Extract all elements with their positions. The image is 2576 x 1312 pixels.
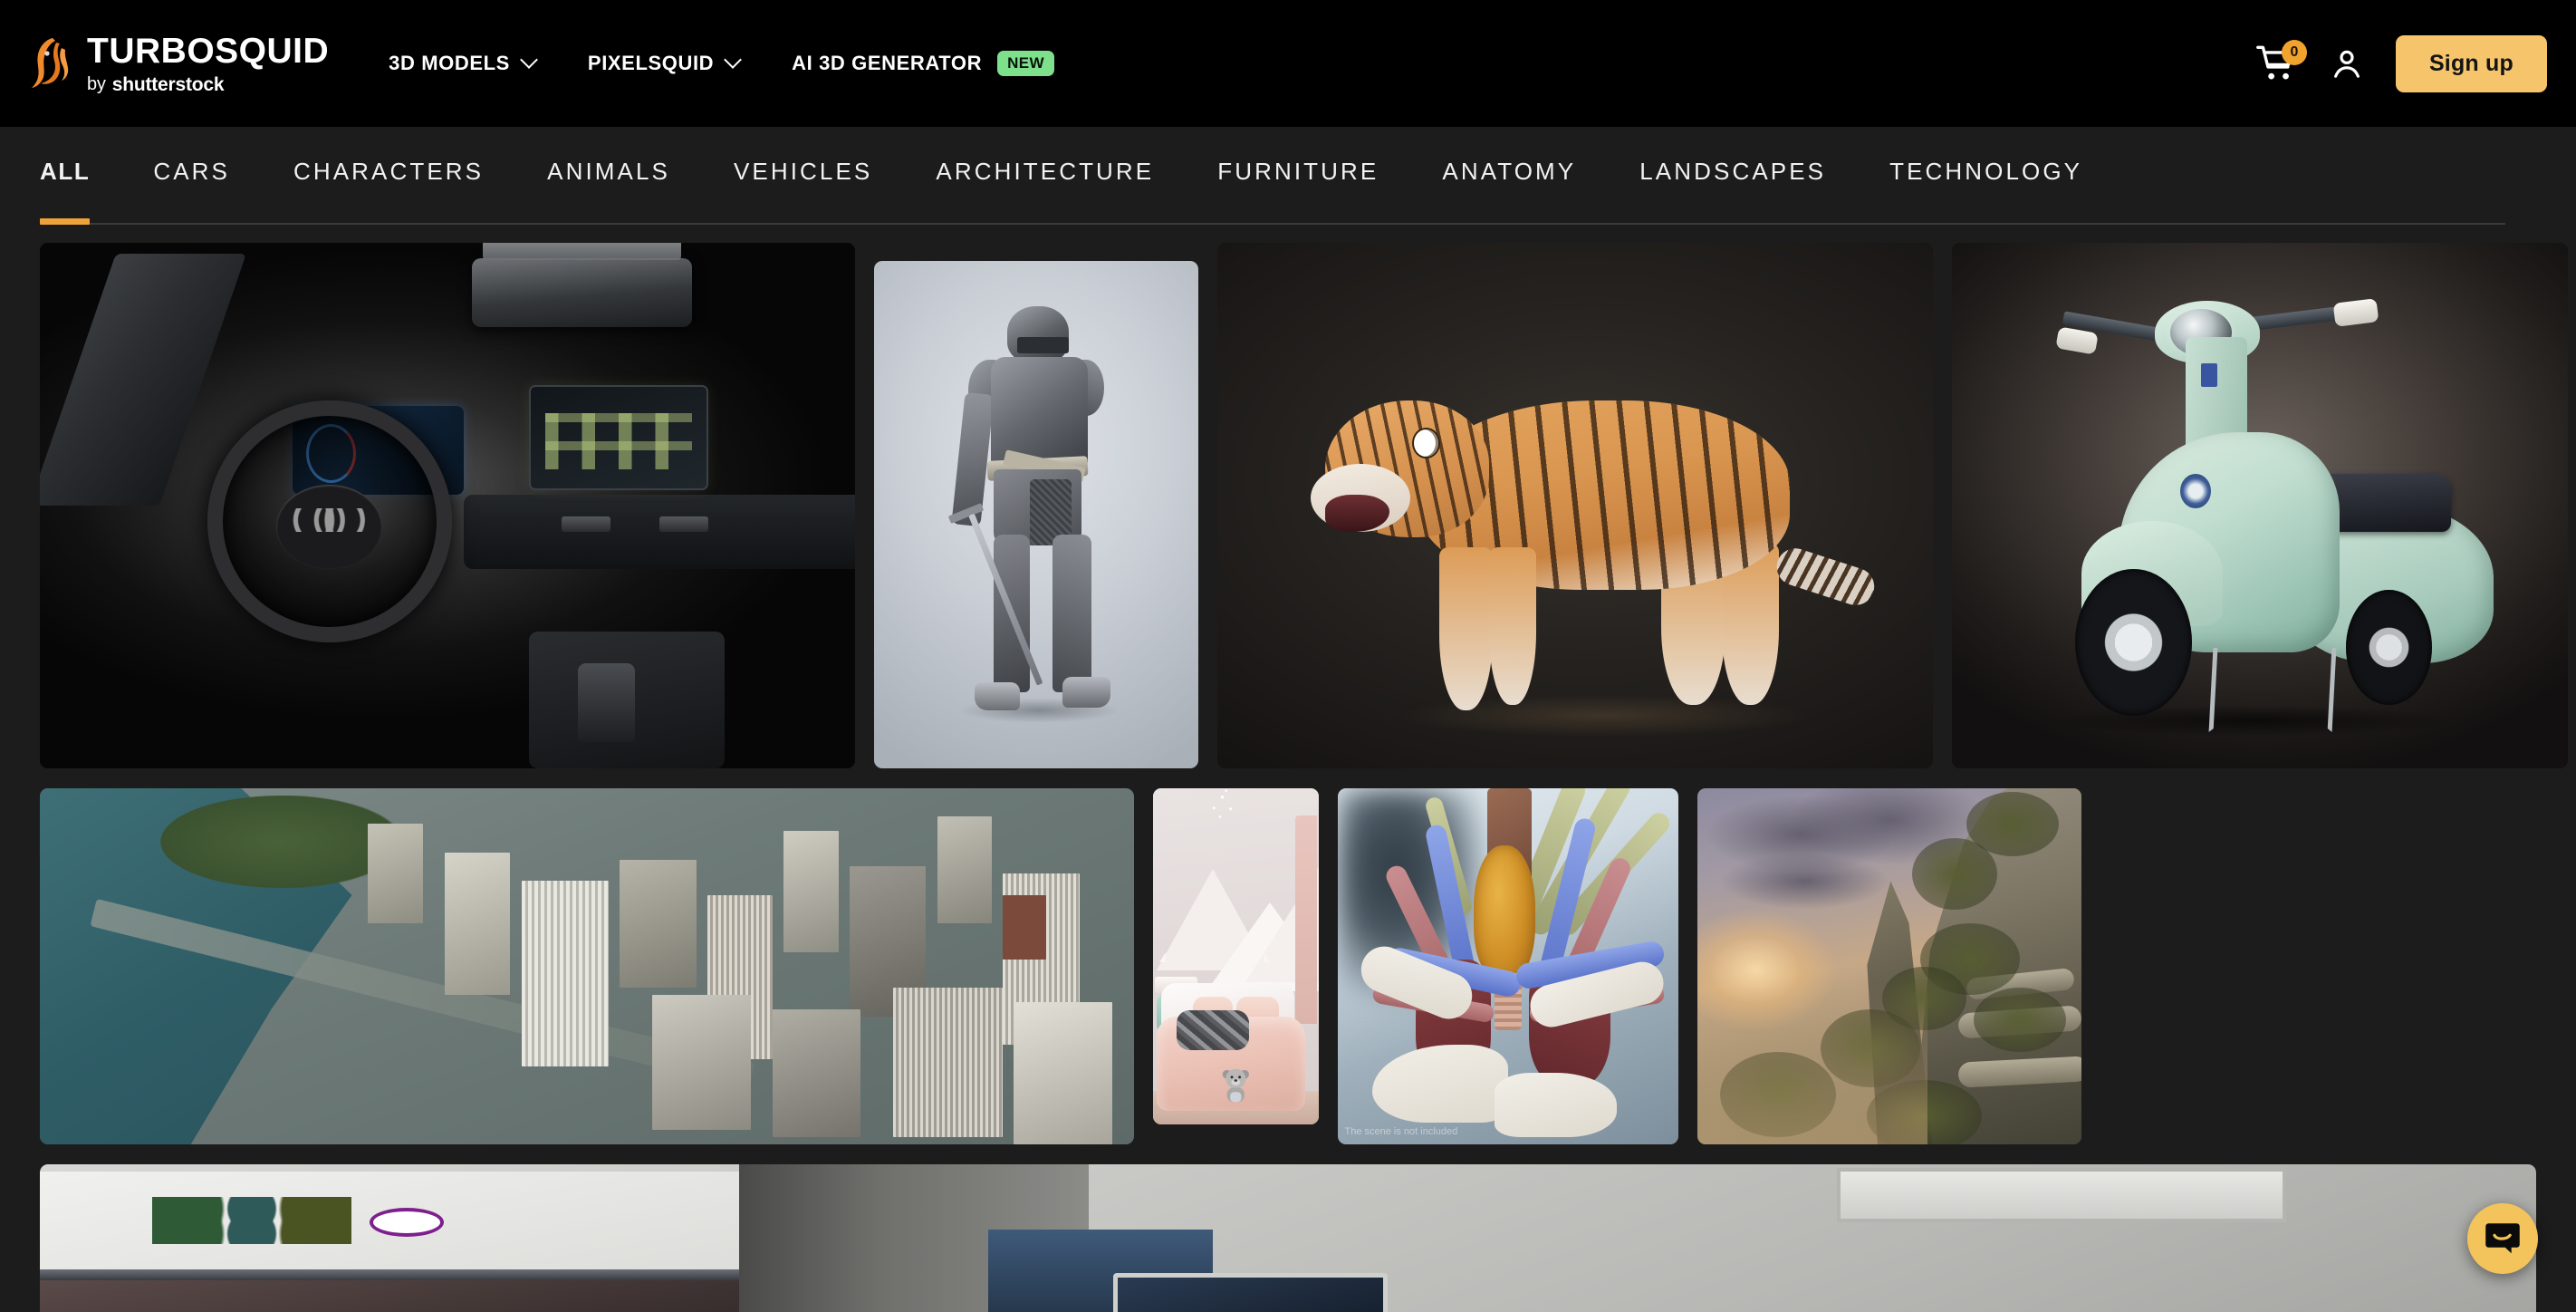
car-interior-artwork <box>40 243 855 768</box>
tiger-artwork <box>1217 243 1933 768</box>
tile-thyroid-anatomy[interactable]: The scene is not included <box>1338 788 1678 1144</box>
brand-tagline: by shutterstock <box>87 75 329 94</box>
tile-city-aerial-architecture[interactable] <box>40 788 1134 1144</box>
tab-all[interactable]: ALL <box>40 127 90 225</box>
anatomy-watermark: The scene is not included <box>1345 1126 1458 1137</box>
tab-anatomy[interactable]: ANATOMY <box>1442 127 1576 225</box>
brand-name: TURBOSQUID <box>87 34 329 69</box>
site-header: TURBOSQUID by shutterstock 3D MODELS PIX… <box>0 0 2576 127</box>
tile-vespa-scooter-vehicle[interactable] <box>1952 243 2568 768</box>
new-badge: NEW <box>997 51 1054 77</box>
knight-artwork <box>874 261 1198 768</box>
tab-vehicles[interactable]: VEHICLES <box>734 127 872 225</box>
tab-animals[interactable]: ANIMALS <box>547 127 670 225</box>
tile-car-interior-dashboard[interactable] <box>40 243 855 768</box>
nav-label: PIXELSQUID <box>588 52 714 75</box>
category-tabbar: ALL CARS CHARACTERS ANIMALS VEHICLES ARC… <box>0 127 2576 225</box>
city-aerial-artwork <box>40 788 1134 1144</box>
primary-nav: 3D MODELS PIXELSQUID AI 3D GENERATOR NEW <box>363 42 1080 86</box>
nav-label: AI 3D GENERATOR <box>792 52 982 75</box>
chat-support-button[interactable] <box>2467 1203 2538 1274</box>
nav-item-pixelsquid[interactable]: PIXELSQUID <box>562 43 766 84</box>
account-button[interactable] <box>2329 45 2365 82</box>
anatomy-artwork: The scene is not included <box>1338 788 1678 1144</box>
gallery-row <box>40 1164 2536 1312</box>
tab-architecture[interactable]: ARCHITECTURE <box>936 127 1154 225</box>
header-actions: 0 Sign up <box>2256 35 2547 92</box>
brand-parent: shutterstock <box>112 75 225 94</box>
bedroom-artwork <box>1153 788 1319 1124</box>
chat-bubble-smile-icon <box>2484 1220 2522 1258</box>
tile-laboratory-interior-technology[interactable] <box>40 1164 2536 1312</box>
nav-item-3d-models[interactable]: 3D MODELS <box>363 43 562 84</box>
tile-knight-armor-character[interactable] <box>874 261 1198 768</box>
cart-count-badge: 0 <box>2282 40 2307 65</box>
tab-furniture[interactable]: FURNITURE <box>1217 127 1379 225</box>
tab-cars[interactable]: CARS <box>153 127 230 225</box>
chevron-down-icon <box>726 53 741 69</box>
sign-up-button[interactable]: Sign up <box>2396 35 2547 92</box>
squid-logo-icon <box>25 35 76 92</box>
gallery-grid: The scene is not included <box>0 225 2576 1312</box>
tile-kids-bedroom-furniture[interactable] <box>1153 788 1319 1124</box>
chevron-down-icon <box>522 53 537 69</box>
vespa-artwork <box>1952 243 2568 768</box>
nav-item-ai-3d-generator[interactable]: AI 3D GENERATOR NEW <box>766 42 1080 86</box>
gallery-row: The scene is not included <box>40 788 2536 1144</box>
tile-cliff-landscape[interactable] <box>1697 788 2081 1144</box>
user-account-icon <box>2329 45 2365 82</box>
tab-characters[interactable]: CHARACTERS <box>293 127 484 225</box>
laboratory-artwork <box>40 1164 2536 1312</box>
tab-technology[interactable]: TECHNOLOGY <box>1889 127 2082 225</box>
tab-landscapes[interactable]: LANDSCAPES <box>1639 127 1826 225</box>
landscape-artwork <box>1697 788 2081 1144</box>
tile-tiger-animal[interactable] <box>1217 243 1933 768</box>
cart-button[interactable]: 0 <box>2256 43 2298 83</box>
gallery-row <box>40 243 2536 768</box>
brand-logo[interactable]: TURBOSQUID by shutterstock <box>25 34 329 94</box>
teddy-bear-decor <box>1219 1050 1253 1121</box>
brand-by: by <box>87 75 106 93</box>
nav-label: 3D MODELS <box>389 52 510 75</box>
